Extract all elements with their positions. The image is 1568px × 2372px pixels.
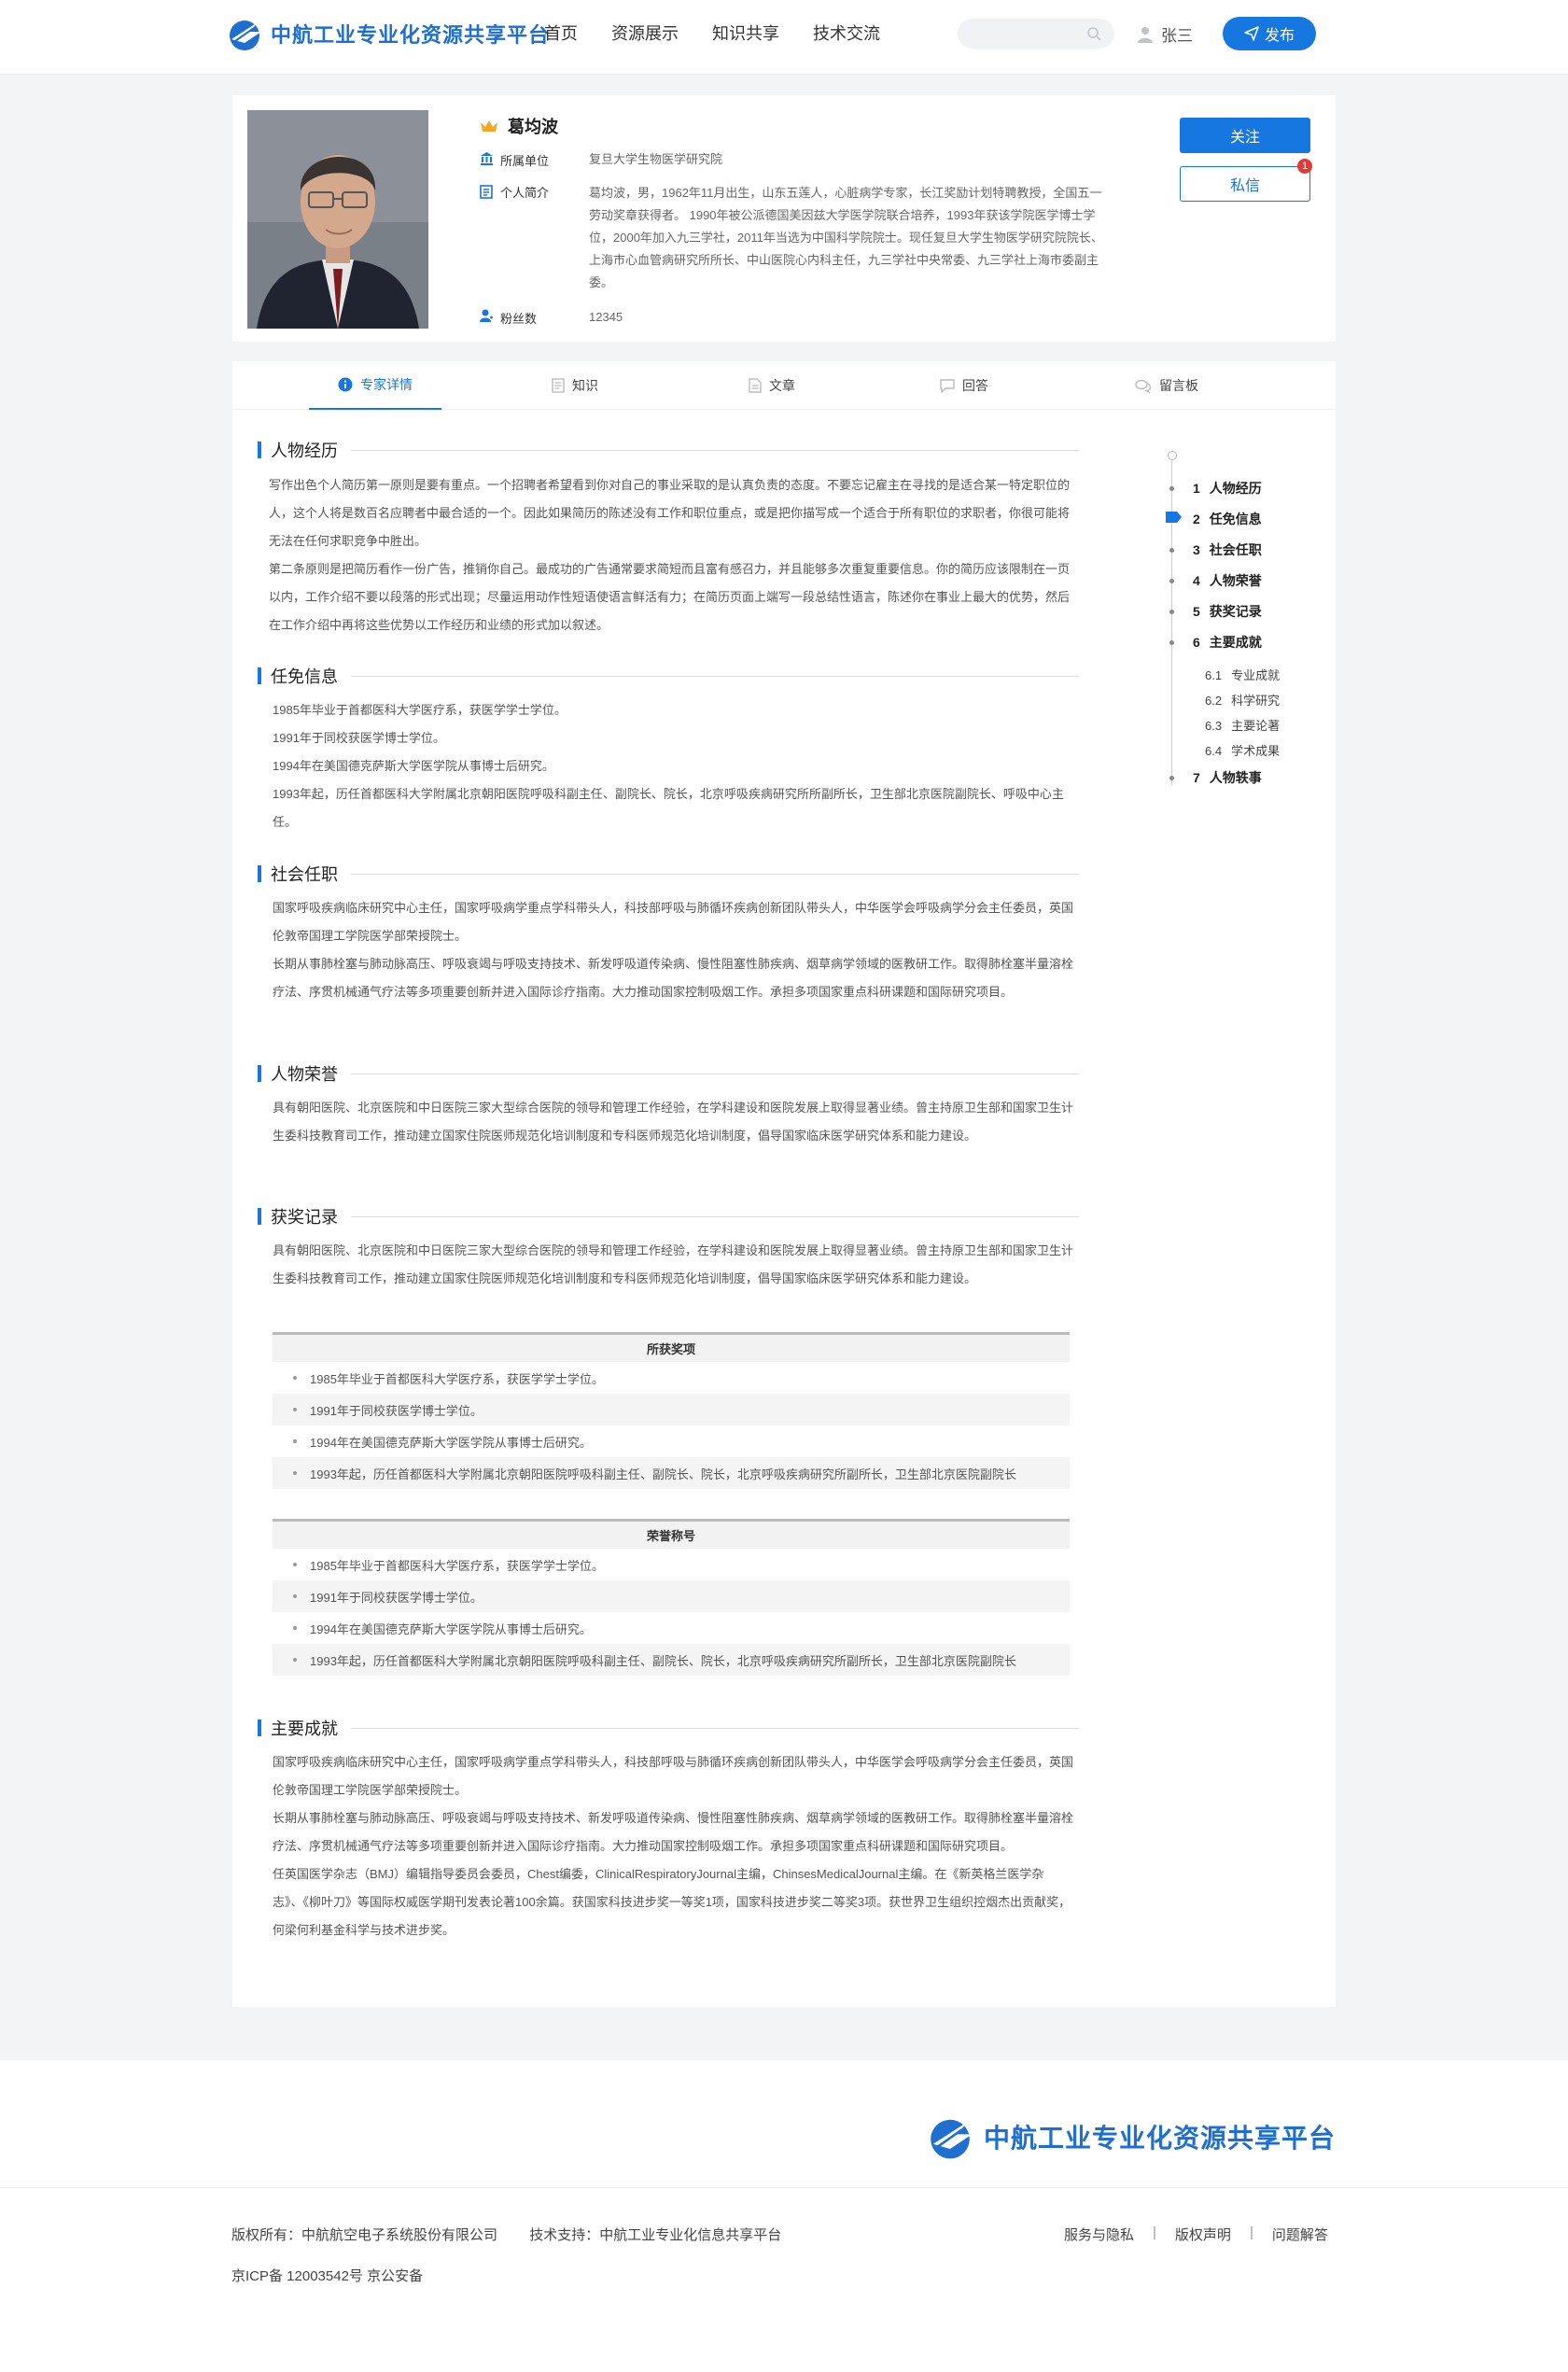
tab-expert-detail[interactable]: 专家详情 bbox=[309, 361, 441, 410]
user-name: 张三 bbox=[1161, 27, 1193, 45]
main-nav: 首页 资源展示 知识共享 技术交流 bbox=[544, 22, 914, 45]
footer-link-copyright[interactable]: 版权声明 bbox=[1175, 2225, 1231, 2244]
toc-top-marker bbox=[1168, 451, 1177, 460]
table-row: 1991年于同校获医学博士学位。 bbox=[273, 1580, 1070, 1612]
tab-knowledge[interactable]: 知识 bbox=[552, 361, 598, 410]
awards-table: 所获奖项 1985年毕业于首都医科大学医疗系，获医学学士学位。 1991年于同校… bbox=[273, 1332, 1070, 1489]
table-row: 1993年起，历任首都医科大学附属北京朝阳医院呼吸科副主任、副院长、院长，北京呼… bbox=[273, 1457, 1070, 1489]
follow-button[interactable]: 关注 bbox=[1180, 118, 1310, 153]
copyright-text: 版权所有：中航航空电子系统股份有限公司 bbox=[231, 2227, 498, 2243]
site-logo[interactable]: 中航工业专业化资源共享平台 bbox=[226, 15, 550, 52]
section-honor-body: 具有朝阳医院、北京医院和中日医院三家大型综合医院的领导和管理工作经验，在学科建设… bbox=[273, 1101, 1074, 1143]
section-honor-title: 人物荣誉 bbox=[258, 1061, 1079, 1086]
file-icon bbox=[749, 378, 762, 393]
support-text: 技术支持：中航工业专业化信息共享平台 bbox=[529, 2227, 782, 2243]
info-icon bbox=[338, 377, 353, 392]
section-appoint-body: 1985年毕业于首都医科大学医疗系，获医学学士学位。 1991年于同校获医学博士… bbox=[273, 703, 1064, 829]
footer-links: 服务与隐私 | 版权声明 | 问题解答 bbox=[1064, 2225, 1328, 2244]
nav-tech-exchange[interactable]: 技术交流 bbox=[813, 22, 880, 45]
tab-answers[interactable]: 回答 bbox=[940, 361, 988, 410]
search-input[interactable] bbox=[958, 19, 1114, 49]
tab-label: 专家详情 bbox=[360, 377, 413, 392]
unit-label: 所属单位 bbox=[500, 154, 550, 168]
tab-label: 文章 bbox=[769, 378, 795, 393]
toc-sub-works[interactable]: 6.3 主要论著 bbox=[1205, 716, 1280, 734]
tab-label: 回答 bbox=[962, 378, 988, 393]
toc-item-social[interactable]: 3 社会任职 bbox=[1168, 540, 1262, 559]
page-footer: 中航工业专业化资源共享平台 版权所有：中航航空电子系统股份有限公司 技术支持：中… bbox=[0, 2060, 1568, 2372]
footer-site-name: 中航工业专业化资源共享平台 bbox=[984, 2124, 1337, 2153]
expert-detail-panel: 专家详情 知识 文章 回答 留言板 人物经历 写作出色个人简历第一原则是要有重点… bbox=[232, 361, 1336, 2007]
tab-message-board[interactable]: 留言板 bbox=[1135, 361, 1198, 410]
user-icon bbox=[1138, 26, 1153, 43]
fans-label: 粉丝数 bbox=[500, 312, 538, 326]
section-achieve-title: 主要成就 bbox=[258, 1716, 1079, 1740]
crown-icon bbox=[481, 120, 497, 132]
toc-item-honor[interactable]: 4 人物荣誉 bbox=[1168, 571, 1262, 590]
honors-table: 荣誉称号 1985年毕业于首都医科大学医疗系，获医学学士学位。 1991年于同校… bbox=[273, 1519, 1070, 1676]
top-header: 中航工业专业化资源共享平台 首页 资源展示 知识共享 技术交流 张三 发布 bbox=[0, 0, 1568, 75]
section-awards-title: 获奖记录 bbox=[258, 1204, 1079, 1228]
section-social-body: 国家呼吸疾病临床研究中心主任，国家呼吸病学重点学科带头人，科技部呼吸与肺循环疾病… bbox=[273, 901, 1074, 999]
search-icon[interactable] bbox=[1086, 26, 1101, 41]
publish-label: 发布 bbox=[1264, 28, 1295, 44]
publish-button[interactable]: 发布 bbox=[1223, 17, 1316, 50]
section-achieve-body: 国家呼吸疾病临床研究中心主任，国家呼吸病学重点学科带头人，科技部呼吸与肺循环疾病… bbox=[273, 1755, 1074, 1937]
tab-label: 知识 bbox=[572, 378, 598, 393]
honors-table-header: 荣誉称号 bbox=[273, 1519, 1070, 1549]
unit-value: 复旦大学生物医学研究院 bbox=[589, 152, 723, 166]
document-icon bbox=[552, 378, 565, 393]
section-history-title: 人物经历 bbox=[258, 438, 1079, 462]
expert-name: 葛均波 bbox=[508, 118, 558, 136]
plane-logo-icon bbox=[931, 2119, 973, 2159]
section-social-title: 社会任职 bbox=[258, 862, 1079, 886]
nav-resources[interactable]: 资源展示 bbox=[611, 22, 679, 45]
user-menu[interactable]: 张三 bbox=[1137, 22, 1193, 46]
message-button[interactable]: 私信 bbox=[1180, 166, 1310, 202]
fans-icon bbox=[480, 309, 493, 322]
table-row: 1985年毕业于首都医科大学医疗系，获医学学士学位。 bbox=[273, 1362, 1070, 1394]
section-awards-body: 具有朝阳医院、北京医院和中日医院三家大型综合医院的领导和管理工作经验，在学科建设… bbox=[273, 1243, 1074, 1285]
section-appoint-title: 任免信息 bbox=[258, 664, 1079, 688]
comments-icon bbox=[1135, 379, 1152, 393]
tab-articles[interactable]: 文章 bbox=[749, 361, 795, 410]
fans-count: 12345 bbox=[589, 310, 623, 324]
table-row: 1993年起，历任首都医科大学附属北京朝阳医院呼吸科副主任、副院长、院长，北京呼… bbox=[273, 1644, 1070, 1676]
detail-tabs: 专家详情 知识 文章 回答 留言板 bbox=[232, 361, 1336, 410]
send-icon bbox=[1244, 26, 1259, 41]
toc-sub-results[interactable]: 6.4 学术成果 bbox=[1205, 741, 1280, 759]
toc-sub-research[interactable]: 6.2 科学研究 bbox=[1205, 691, 1280, 709]
section-history-body: 写作出色个人简历第一原则是要有重点。一个招聘者希望看到你对自己的事业采取的是认真… bbox=[269, 478, 1071, 632]
table-row: 1994年在美国德克萨斯大学医学院从事博士后研究。 bbox=[273, 1612, 1070, 1644]
profile-doc-icon bbox=[480, 185, 493, 199]
footer-link-privacy[interactable]: 服务与隐私 bbox=[1064, 2225, 1134, 2244]
expert-photo bbox=[247, 110, 428, 329]
intro-label: 个人简介 bbox=[500, 186, 550, 200]
toc-item-appoint[interactable]: 2 任免信息 bbox=[1168, 510, 1262, 528]
tab-label: 留言板 bbox=[1159, 378, 1198, 393]
awards-table-header: 所获奖项 bbox=[273, 1332, 1070, 1362]
chat-icon bbox=[940, 378, 955, 393]
footer-link-faq[interactable]: 问题解答 bbox=[1272, 2225, 1328, 2244]
icp-record: 京ICP备 12003542号 京公安备 bbox=[231, 2268, 424, 2284]
nav-home[interactable]: 首页 bbox=[544, 22, 578, 45]
table-row: 1985年毕业于首都医科大学医疗系，获医学学士学位。 bbox=[273, 1549, 1070, 1580]
nav-knowledge[interactable]: 知识共享 bbox=[712, 22, 779, 45]
plane-logo-icon bbox=[230, 21, 261, 50]
intro-text: 葛均波，男，1962年11月出生，山东五莲人，心脏病学专家，长江奖励计划特聘教授… bbox=[589, 186, 1103, 289]
toc-sub-professional[interactable]: 6.1 专业成就 bbox=[1205, 666, 1280, 683]
message-badge: 1 bbox=[1297, 159, 1312, 174]
toc-item-awards[interactable]: 5 获奖记录 bbox=[1168, 602, 1262, 621]
toc-item-achieve[interactable]: 6 主要成就 bbox=[1168, 633, 1262, 652]
footer-logo: 中航工业专业化资源共享平台 bbox=[926, 2112, 1336, 2161]
table-row: 1994年在美国德克萨斯大学医学院从事博士后研究。 bbox=[273, 1425, 1070, 1457]
site-name: 中航工业专业化资源共享平台 bbox=[271, 23, 551, 47]
toc-item-anecdotes[interactable]: 7 人物轶事 bbox=[1168, 768, 1262, 787]
footer-copyright: 版权所有：中航航空电子系统股份有限公司 技术支持：中航工业专业化信息共享平台 bbox=[231, 2225, 809, 2244]
table-row: 1991年于同校获医学博士学位。 bbox=[273, 1394, 1070, 1425]
bank-icon bbox=[481, 152, 493, 165]
expert-profile-card: 葛均波 所属单位 复旦大学生物医学研究院 个人简介 葛均波，男，1962年11月… bbox=[232, 95, 1336, 342]
toc-item-history[interactable]: 1 人物经历 bbox=[1168, 479, 1262, 498]
